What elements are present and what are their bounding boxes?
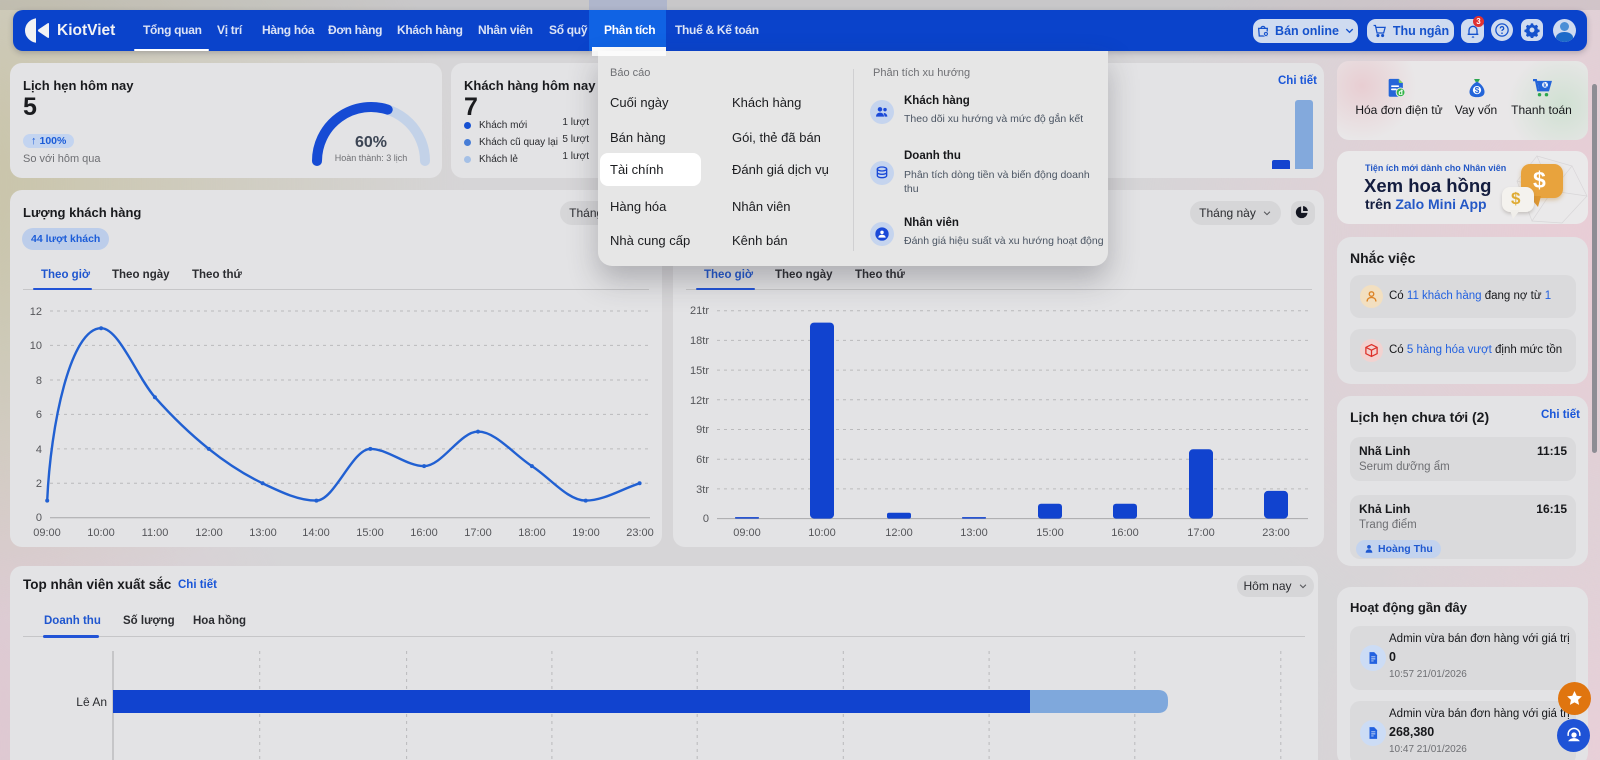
svg-text:11:00: 11:00: [142, 527, 169, 539]
svg-text:8: 8: [36, 375, 42, 387]
svg-text:60%: 60%: [355, 134, 387, 151]
svg-text:12: 12: [30, 306, 42, 318]
svg-text:23:00: 23:00: [1262, 527, 1290, 539]
svg-text:15:00: 15:00: [356, 527, 384, 539]
svg-text:21tr: 21tr: [690, 305, 709, 317]
svg-text:6tr: 6tr: [696, 454, 709, 466]
svg-text:12tr: 12tr: [690, 395, 709, 407]
svg-text:4: 4: [36, 444, 42, 456]
svg-text:09:00: 09:00: [733, 527, 761, 539]
svg-text:$: $: [1475, 86, 1480, 95]
svg-text:Lê An: Lê An: [76, 695, 107, 709]
svg-text:13:00: 13:00: [249, 527, 277, 539]
svg-text:17:00: 17:00: [1187, 527, 1215, 539]
svg-text:6: 6: [36, 409, 42, 421]
svg-text:12:00: 12:00: [195, 527, 223, 539]
svg-text:0: 0: [36, 512, 42, 524]
svg-text:13:00: 13:00: [960, 527, 988, 539]
svg-text:Hoàn thành: 3 lịch: Hoàn thành: 3 lịch: [335, 153, 408, 163]
svg-text:16:00: 16:00: [1111, 527, 1139, 539]
svg-text:10:00: 10:00: [808, 527, 836, 539]
svg-text:09:00: 09:00: [33, 527, 61, 539]
svg-text:18:00: 18:00: [518, 527, 546, 539]
svg-text:12:00: 12:00: [885, 527, 913, 539]
svg-text:19:00: 19:00: [572, 527, 600, 539]
svg-text:15:00: 15:00: [1036, 527, 1064, 539]
svg-text:16:00: 16:00: [410, 527, 438, 539]
svg-text:2: 2: [36, 478, 42, 490]
svg-text:18tr: 18tr: [690, 335, 709, 347]
svg-text:14:00: 14:00: [302, 527, 330, 539]
svg-text:10: 10: [30, 340, 42, 352]
svg-text:3tr: 3tr: [696, 484, 709, 496]
svg-text:9tr: 9tr: [696, 424, 709, 436]
svg-text:10:00: 10:00: [87, 527, 115, 539]
svg-text:0: 0: [703, 513, 709, 525]
svg-text:17:00: 17:00: [464, 527, 492, 539]
svg-text:15tr: 15tr: [690, 365, 709, 377]
svg-text:đ: đ: [1398, 88, 1403, 97]
svg-text:23:00: 23:00: [626, 527, 654, 539]
